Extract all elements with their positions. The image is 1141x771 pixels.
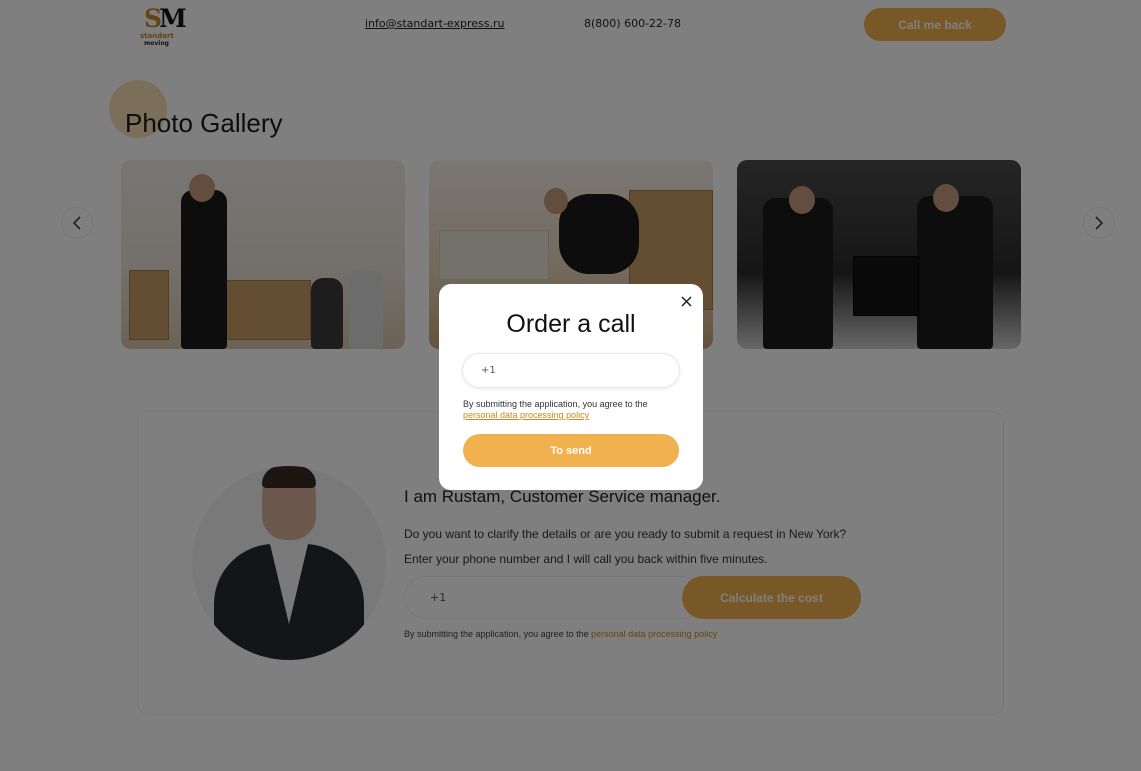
modal-close-button[interactable]: [678, 293, 694, 309]
order-call-modal: Order a call +1 By submitting the applic…: [439, 284, 703, 490]
modal-policy-link[interactable]: personal data processing policy: [463, 410, 589, 420]
modal-phone-input[interactable]: +1: [462, 353, 680, 388]
modal-consent: By submitting the application, you agree…: [463, 399, 683, 421]
modal-title: Order a call: [506, 310, 636, 338]
send-button[interactable]: To send: [463, 434, 679, 467]
modal-consent-text: By submitting the application, you agree…: [463, 399, 648, 409]
close-icon: [680, 295, 692, 307]
